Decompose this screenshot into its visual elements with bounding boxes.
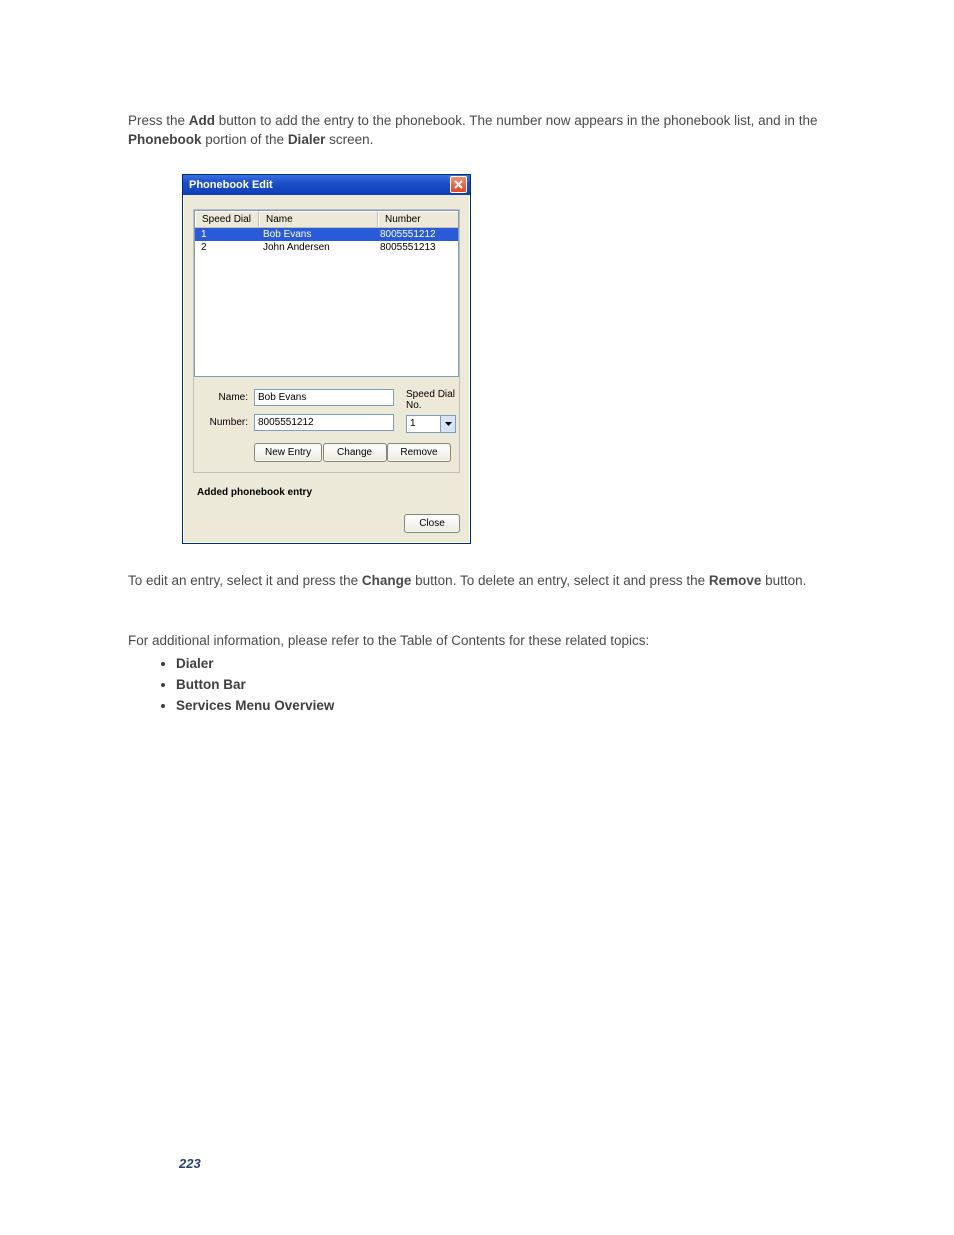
list-header: Speed Dial Name Number xyxy=(195,211,458,228)
col-speed-dial[interactable]: Speed Dial xyxy=(195,211,259,227)
close-icon[interactable] xyxy=(450,176,467,193)
number-label: Number: xyxy=(202,417,248,428)
phonebook-edit-dialog: Phonebook Edit Speed Dial Name Number 1 xyxy=(182,174,471,544)
name-field[interactable] xyxy=(254,389,394,406)
speed-dial-select[interactable]: 1 xyxy=(406,415,456,433)
table-row[interactable]: 2 John Andersen 8005551213 xyxy=(195,241,458,254)
edit-delete-paragraph: To edit an entry, select it and press th… xyxy=(128,572,834,591)
additional-info: For additional information, please refer… xyxy=(128,633,834,648)
status-message: Added phonebook entry xyxy=(193,473,460,502)
table-row[interactable]: 1 Bob Evans 8005551212 xyxy=(195,228,458,241)
list-item: Services Menu Overview xyxy=(176,698,834,713)
close-button[interactable]: Close xyxy=(404,514,460,533)
new-entry-button[interactable]: New Entry xyxy=(254,443,322,462)
page-number: 223 xyxy=(179,1156,201,1171)
name-label: Name: xyxy=(202,392,248,403)
chevron-down-icon[interactable] xyxy=(440,416,455,432)
window-title: Phonebook Edit xyxy=(189,179,273,191)
list-item: Button Bar xyxy=(176,677,834,692)
related-topics-list: Dialer Button Bar Services Menu Overview xyxy=(128,656,834,713)
list-item: Dialer xyxy=(176,656,834,671)
titlebar: Phonebook Edit xyxy=(183,175,470,195)
col-name[interactable]: Name xyxy=(259,211,378,227)
speed-dial-label: Speed Dial No. xyxy=(406,389,456,411)
number-field[interactable] xyxy=(254,414,394,431)
intro-paragraph: Press the Add button to add the entry to… xyxy=(128,112,834,150)
col-number[interactable]: Number xyxy=(378,211,458,227)
phonebook-list[interactable]: Speed Dial Name Number 1 Bob Evans 80055… xyxy=(194,210,459,377)
change-button[interactable]: Change xyxy=(323,443,387,462)
remove-button[interactable]: Remove xyxy=(387,443,451,462)
